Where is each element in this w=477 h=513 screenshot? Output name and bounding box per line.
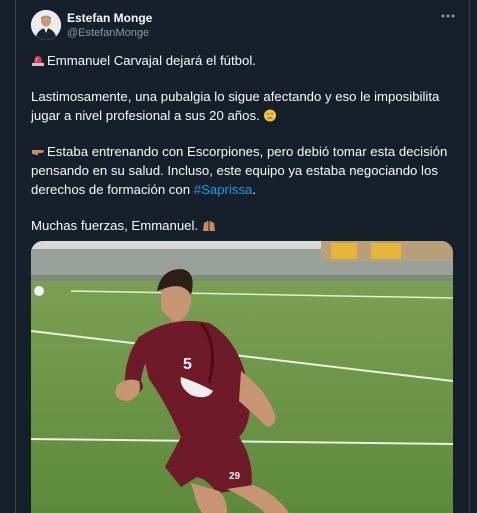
sad-face-icon	[263, 108, 277, 122]
raising-hands-icon	[202, 218, 216, 231]
more-horizontal-icon[interactable]	[440, 8, 456, 24]
avatar[interactable]	[31, 10, 61, 40]
hashtag-link[interactable]: #Saprissa	[194, 182, 253, 197]
tweet-line-text: Muchas fuerzas, Emmanuel.	[31, 218, 199, 233]
author-handle[interactable]: @EstefanMonge	[67, 27, 149, 39]
tweet-line: Emmanuel Carvajal dejará el fútbol.	[31, 51, 456, 70]
pointing-right-icon	[31, 144, 45, 157]
tweet-line-text: Estaba entrenando con Escorpiones, pero …	[47, 144, 448, 159]
tweet-line: Lastimosamente, una pubalgia lo sigue af…	[31, 89, 440, 104]
tweet-line: pensando en su salud. Incluso, este equi…	[31, 163, 438, 178]
tweet-card: Estefan Monge @EstefanMonge Emmanuel Car…	[0, 0, 477, 513]
timeline-border-right	[469, 0, 470, 513]
tweet-line-text: Emmanuel Carvajal dejará el fútbol.	[47, 53, 256, 68]
tweet-line-text: derechos de formación con	[31, 182, 194, 197]
tweet-line: Muchas fuerzas, Emmanuel.	[31, 216, 456, 235]
police-light-icon	[31, 53, 45, 66]
tweet-line: Estaba entrenando con Escorpiones, pero …	[31, 142, 456, 161]
tweet-line-text: .	[252, 182, 257, 197]
jersey-number: 5	[183, 356, 192, 373]
shorts-number: 29	[229, 471, 241, 482]
author-name[interactable]: Estefan Monge	[67, 11, 152, 25]
tweet-photo[interactable]: 5 29	[31, 241, 453, 513]
tweet-line: derechos de formación con #Saprissa.	[31, 180, 456, 199]
tweet-line-text: jugar a nivel profesional a sus 20 años.	[31, 108, 260, 123]
tweet-line: jugar a nivel profesional a sus 20 años.	[31, 106, 456, 125]
tweet-text: Emmanuel Carvajal dejará el fútbol. Last…	[31, 51, 456, 235]
timeline-border-left	[15, 0, 16, 513]
